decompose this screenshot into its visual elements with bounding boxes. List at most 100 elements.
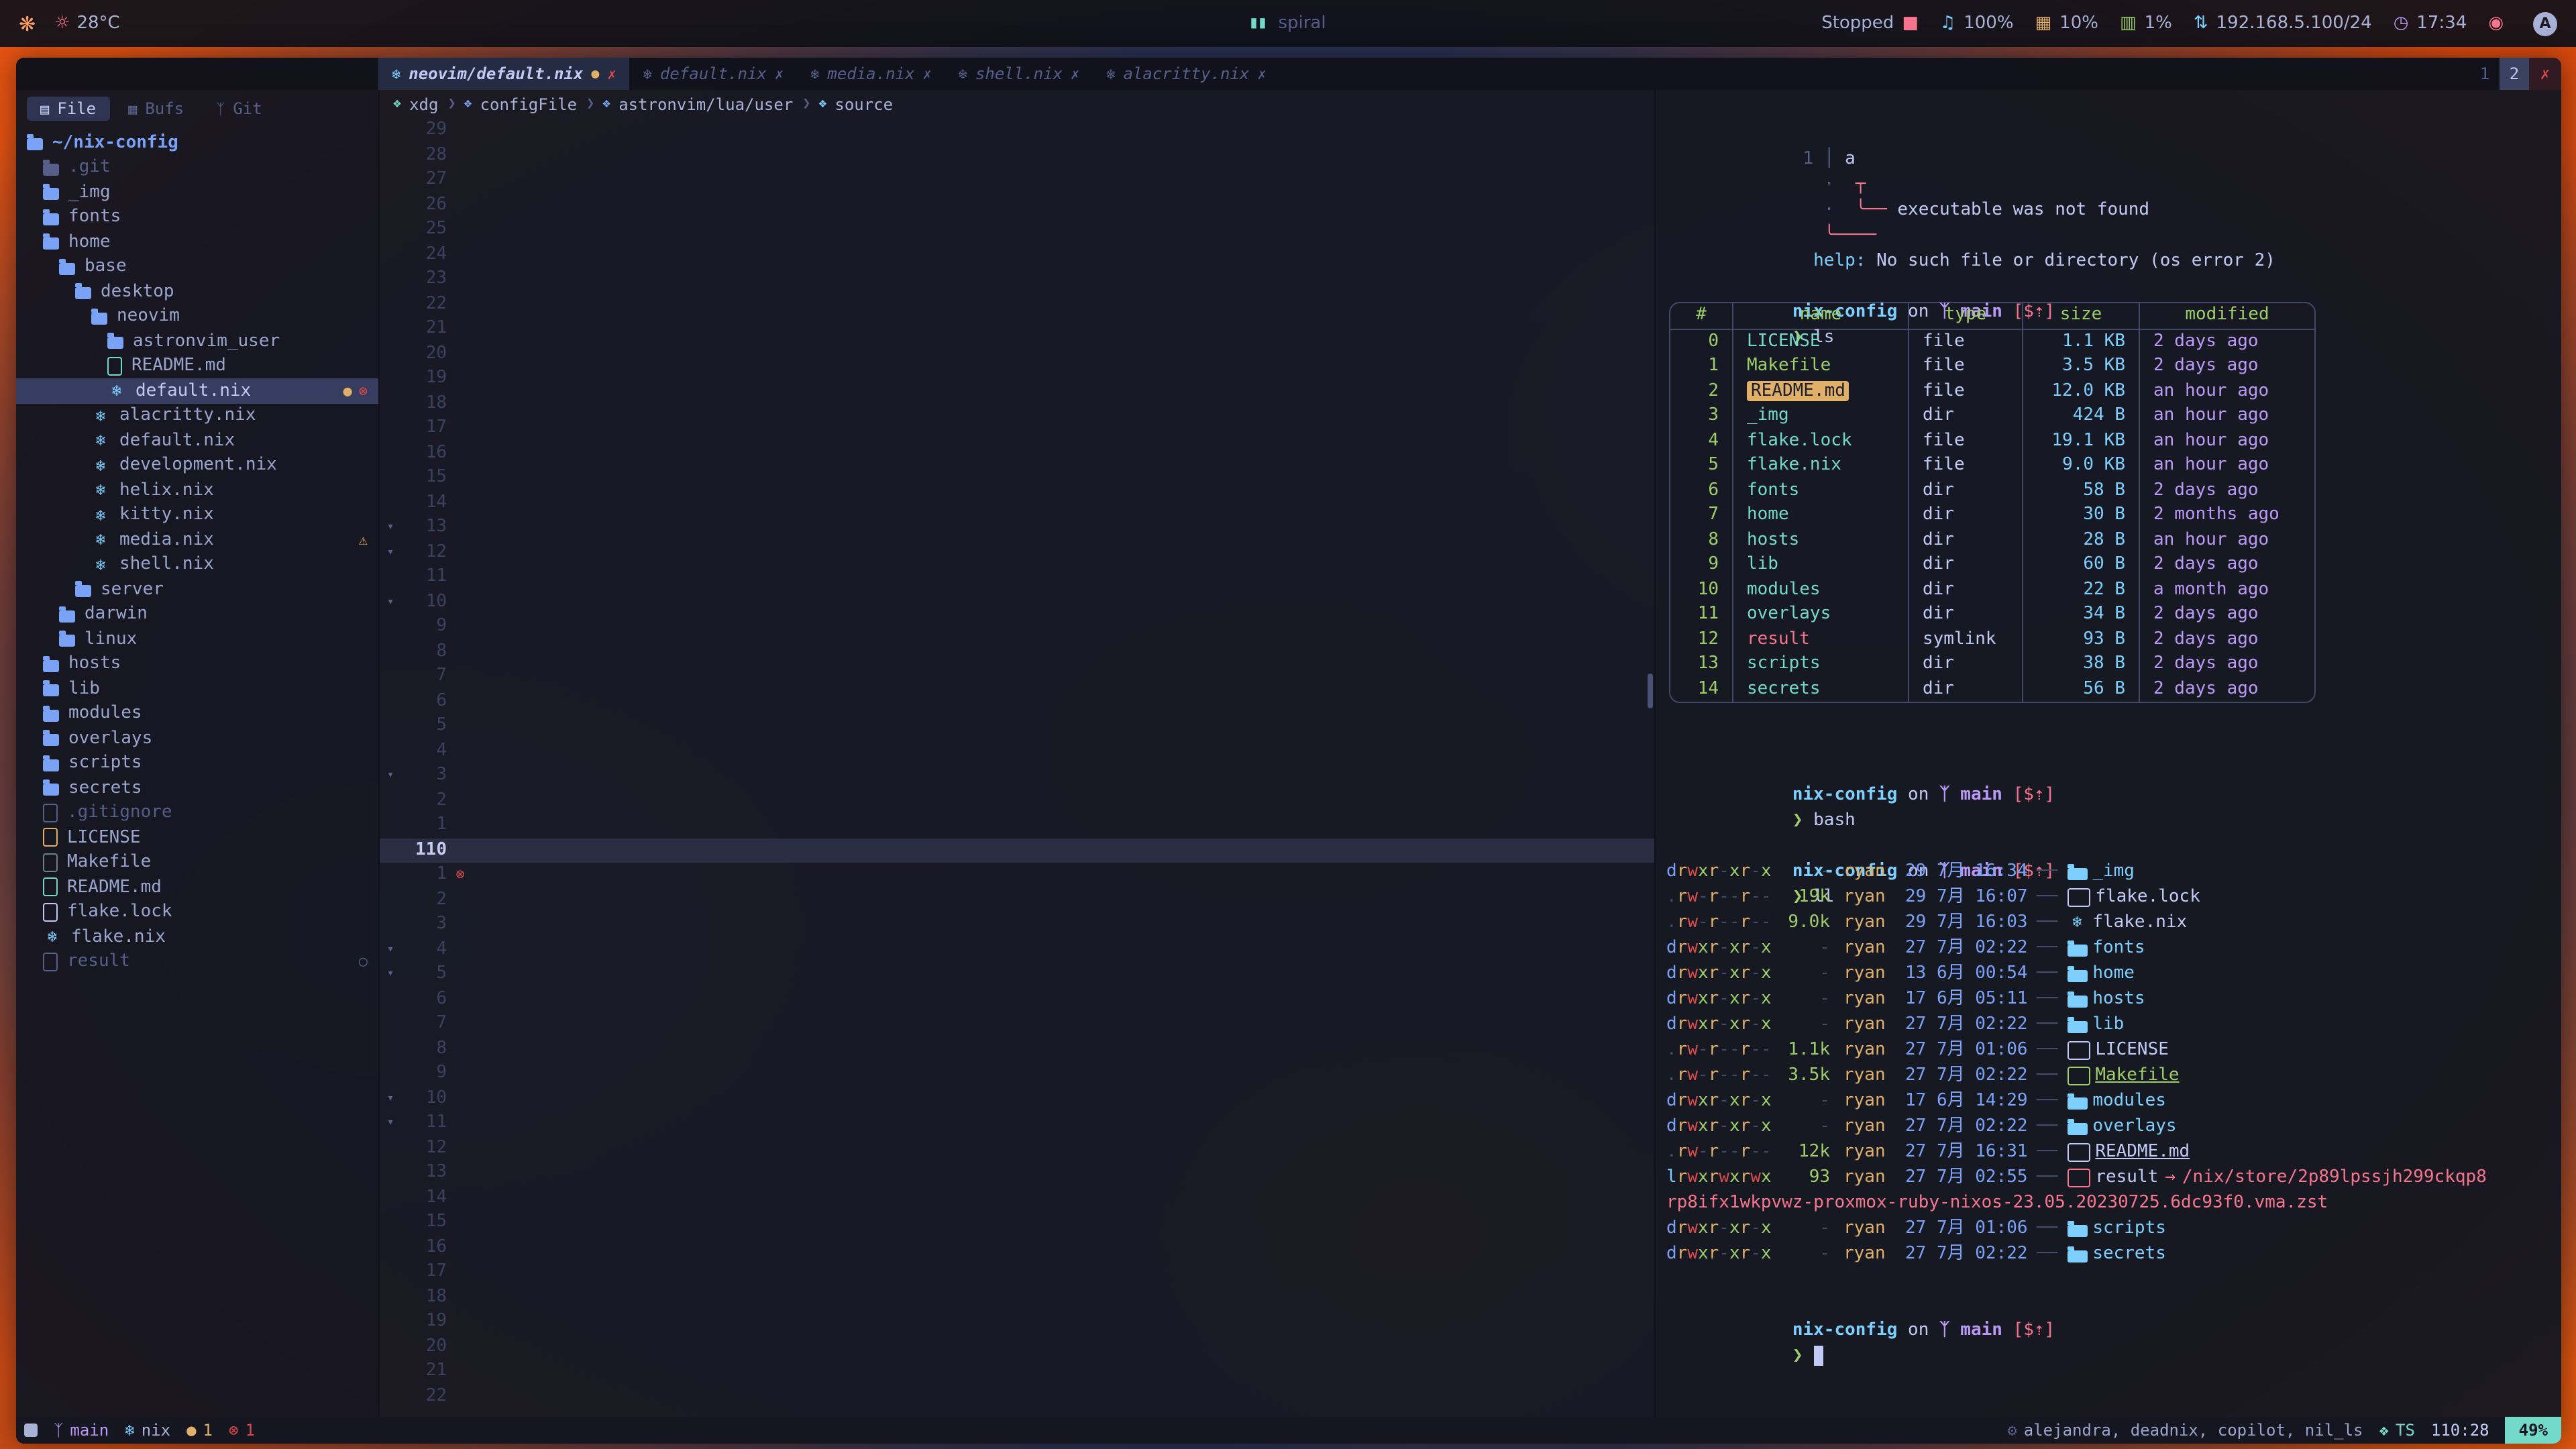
statusline-segment[interactable]: 110:28: [2431, 1421, 2489, 1440]
breadcrumb-item[interactable]: ❖ xdg: [393, 95, 438, 113]
code-line[interactable]: 16 # See https://astronvim.com/Basic%20U…: [380, 441, 1654, 466]
fold-column[interactable]: [380, 168, 401, 193]
code-line[interactable]: 24 #: [380, 242, 1654, 267]
fold-column[interactable]: [380, 1036, 401, 1061]
fold-column[interactable]: ▾: [380, 540, 401, 565]
fold-column[interactable]: ▾: [380, 515, 401, 540]
code-line[interactable]: 22 # sed -ri "s/pattern_str/replace_str/…: [380, 292, 1654, 317]
fold-open-icon[interactable]: ▾: [387, 521, 394, 534]
buffer-tab[interactable]: ❄ shell.nix ✗: [945, 58, 1093, 90]
code-line[interactable]: 6 };: [380, 689, 1654, 714]
statusbar-module[interactable]: ▦ 10%: [2035, 13, 2098, 34]
code-line[interactable]: 20 # Search file name pattern and Replac…: [380, 341, 1654, 366]
code-line[interactable]: 18 #: [380, 391, 1654, 416]
tree-item[interactable]: modules: [16, 701, 378, 726]
fold-column[interactable]: [380, 1012, 401, 1036]
code-line[interactable]: 16 vimAlias = true;: [380, 1235, 1654, 1260]
fold-column[interactable]: [380, 714, 401, 739]
close-icon[interactable]: ✗: [1257, 65, 1266, 83]
fold-column[interactable]: [380, 466, 401, 490]
fold-column[interactable]: [380, 987, 401, 1012]
fold-column[interactable]: [380, 1384, 401, 1409]
tree-item[interactable]: README.md: [16, 875, 378, 900]
code-line[interactable]: 17 # ......: [380, 416, 1654, 441]
nix-logo-icon[interactable]: ❋: [19, 11, 36, 36]
tree-item[interactable]: ~/nix-config: [16, 130, 378, 155]
fold-column[interactable]: [380, 341, 401, 366]
fold-column[interactable]: [380, 1061, 401, 1086]
fold-column[interactable]: ▾: [380, 763, 401, 788]
buffer-tab[interactable]: ❄ alacritty.nix ✗: [1093, 58, 1279, 90]
code-line[interactable]: 18 withPython3 = true;: [380, 1285, 1654, 1309]
statusline-segment[interactable]: ⊗ 1: [229, 1421, 255, 1440]
tree-item[interactable]: ❄ default.nix ● ⊗: [16, 378, 378, 403]
code-line[interactable]: 25 # Save the selected text to a file: `…: [380, 217, 1654, 242]
fold-column[interactable]: [380, 1260, 401, 1285]
fold-column[interactable]: [380, 317, 401, 341]
code-line[interactable]: ▾ 4 nixpkgs.config = {: [380, 937, 1654, 962]
statusbar-module[interactable]: ⇅ 192.168.5.100/24: [2194, 13, 2372, 34]
code-line[interactable]: 23 # Search key pattern and Replace in M…: [380, 267, 1654, 292]
code-line[interactable]: 8 onChange = "${pkgs.neovim}/bin/nvim --…: [380, 639, 1654, 664]
fold-column[interactable]: [380, 1334, 401, 1359]
explorer-source-tab[interactable]: ▤ File: [27, 97, 109, 121]
statusbar-module[interactable]: Stopped ■: [1821, 13, 1919, 34]
code-line[interactable]: 4 # https://github.com/AstroNvim/AstroNv…: [380, 739, 1654, 763]
tree-item[interactable]: ❄ default.nix: [16, 428, 378, 453]
tree-item[interactable]: Makefile: [16, 850, 378, 875]
code-line[interactable]: ▾ 3 "astronvim/lua/user" = {: [380, 763, 1654, 788]
fold-open-icon[interactable]: ▾: [387, 545, 394, 559]
code-line[interactable]: 11 # base config: [380, 565, 1654, 590]
fold-column[interactable]: [380, 441, 401, 466]
code-line[interactable]: ▾ 10 programs = {: [380, 1086, 1654, 1111]
fold-column[interactable]: [380, 366, 401, 391]
tree-item[interactable]: ❄ development.nix: [16, 453, 378, 478]
fold-column[interactable]: [380, 689, 401, 714]
fold-column[interactable]: [380, 739, 401, 763]
statusbar-module[interactable]: ▥ 1%: [2120, 13, 2172, 34]
close-icon[interactable]: ✗: [922, 65, 931, 83]
breadcrumb-item[interactable]: ❯ ❖ source: [802, 95, 893, 113]
fold-column[interactable]: [380, 416, 401, 441]
fold-column[interactable]: [380, 118, 401, 143]
code-line[interactable]: 2 };: [380, 888, 1654, 912]
code-line[interactable]: 15 viAlias = false;: [380, 1210, 1654, 1235]
fold-column[interactable]: ▾: [380, 962, 401, 987]
tabpage-number[interactable]: 1: [2470, 58, 2500, 90]
code-line[interactable]: 20 extraPackages = [];: [380, 1334, 1654, 1359]
code-line[interactable]: 13 defaultEditor = true;: [380, 1161, 1654, 1185]
statusbar-module[interactable]: ♫ 100%: [1940, 13, 2014, 34]
fold-column[interactable]: [380, 267, 401, 292]
close-icon[interactable]: ✗: [775, 65, 784, 83]
buffer-tab[interactable]: ❄ neovim/default.nix ● ✗: [378, 58, 630, 90]
code-line[interactable]: 110 source = ./astronvim_user;: [380, 838, 1654, 863]
editor[interactable]: ❖ xdg ❯ ❖ configFile ❯ ❖ ast: [380, 90, 1654, 1417]
fold-column[interactable]: ▾: [380, 937, 401, 962]
close-icon[interactable]: ✗: [1071, 65, 1079, 83]
tree-item[interactable]: README.md: [16, 354, 378, 378]
fold-open-icon[interactable]: ▾: [387, 967, 394, 981]
tree-item[interactable]: result ○: [16, 949, 378, 974]
tree-item[interactable]: .git: [16, 155, 378, 180]
code-line[interactable]: 26 #: [380, 193, 1654, 217]
tree-item[interactable]: scripts: [16, 751, 378, 775]
code-line[interactable]: 14 #####################################…: [380, 490, 1654, 515]
tree-item[interactable]: server: [16, 577, 378, 602]
tree-item[interactable]: base: [16, 254, 378, 279]
fold-column[interactable]: [380, 838, 401, 863]
code-line[interactable]: ▾ 10 "nvim" = {: [380, 590, 1654, 614]
tree-item[interactable]: _img: [16, 180, 378, 205]
fold-column[interactable]: [380, 888, 401, 912]
code-line[interactable]: ▾ 11 neovim = {: [380, 1111, 1654, 1136]
tree-item[interactable]: ❄ alacritty.nix: [16, 403, 378, 428]
fold-column[interactable]: [380, 391, 401, 416]
fold-column[interactable]: [380, 143, 401, 168]
code-line[interactable]: 7 source = astronvim;: [380, 664, 1654, 689]
statusline-segment[interactable]: ❖ TS: [2379, 1421, 2415, 1440]
fold-column[interactable]: [380, 1210, 401, 1235]
code-line[interactable]: 22 # currently we use lazy.nvim as neovi…: [380, 1384, 1654, 1409]
fold-column[interactable]: [380, 1235, 401, 1260]
tree-item[interactable]: ❄ flake.nix: [16, 924, 378, 949]
code-line[interactable]: 15 #: [380, 466, 1654, 490]
tree-item[interactable]: ❄ media.nix ⚠: [16, 527, 378, 552]
